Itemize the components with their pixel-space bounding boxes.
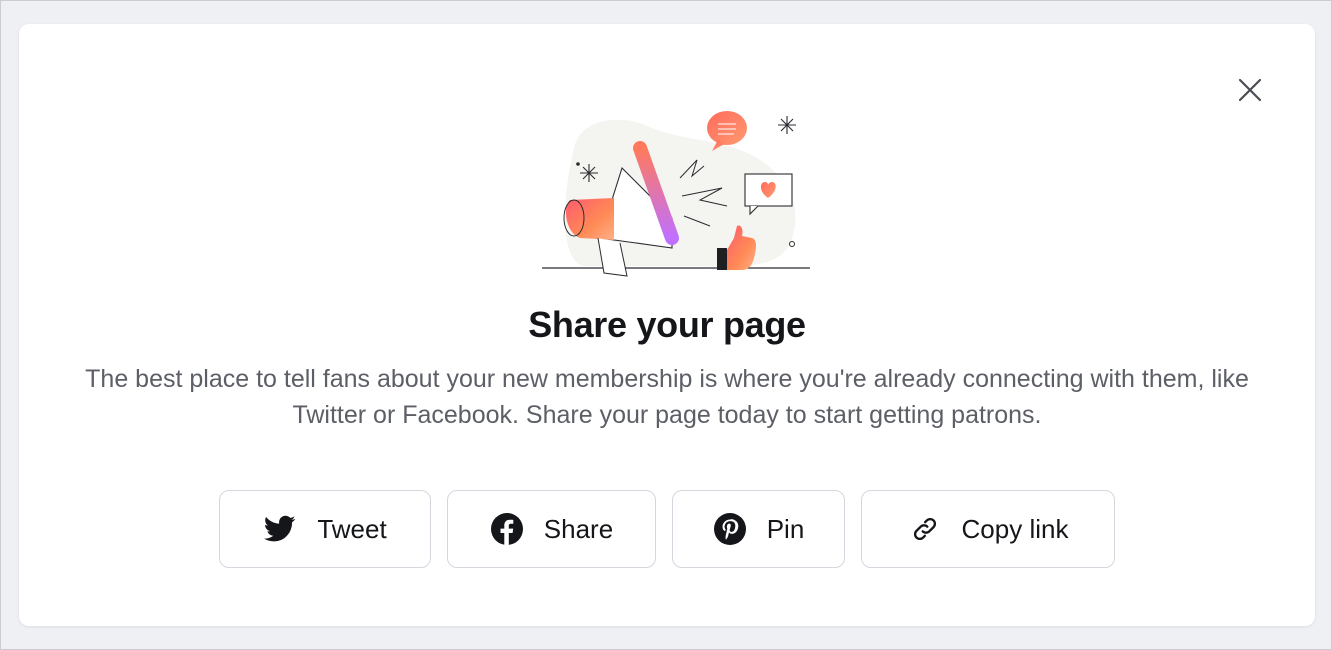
facebook-icon (490, 512, 524, 546)
close-icon (1238, 78, 1262, 102)
pin-label: Pin (766, 513, 805, 544)
pinterest-icon (713, 512, 747, 546)
link-icon (908, 512, 942, 546)
share-modal: Share your page The best place to tell f… (19, 24, 1315, 626)
megaphone-illustration (542, 111, 810, 277)
copy-link-button[interactable]: Copy link (861, 490, 1115, 568)
modal-title: Share your page (528, 304, 806, 345)
twitter-icon (263, 512, 297, 546)
tweet-button[interactable]: Tweet (219, 490, 431, 568)
modal-description: The best place to tell fans about your n… (85, 365, 1249, 429)
pin-button[interactable]: Pin (672, 490, 845, 568)
copy-link-label: Copy link (961, 513, 1069, 544)
close-button[interactable] (1236, 76, 1264, 104)
facebook-share-button[interactable]: Share (447, 490, 656, 568)
share-label: Share (543, 513, 614, 544)
tweet-label: Tweet (317, 513, 387, 544)
